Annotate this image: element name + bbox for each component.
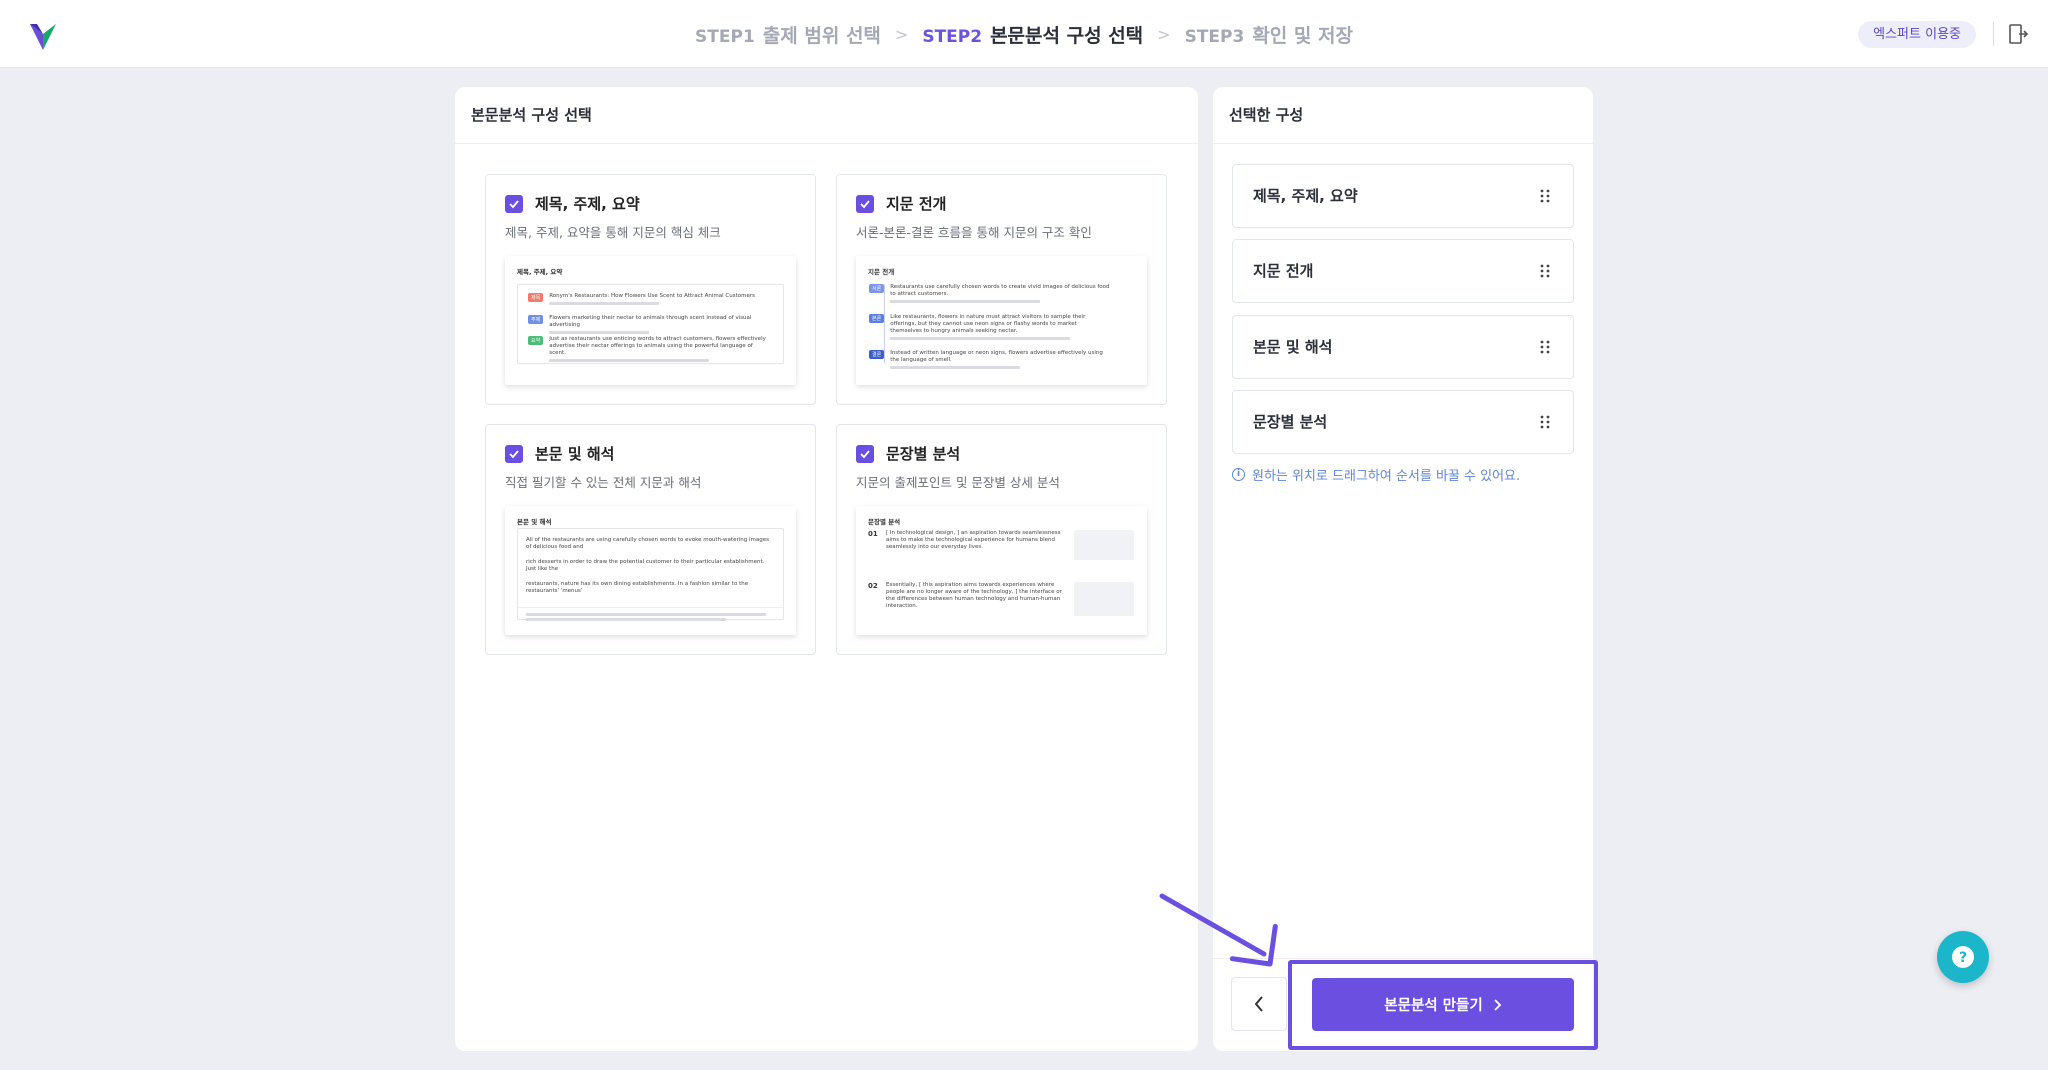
selected-item[interactable]: 제목, 주제, 요약 [1232,164,1574,228]
step-1[interactable]: STEP1 출제 범위 선택 [695,21,881,48]
selected-item[interactable]: 문장별 분석 [1232,390,1574,454]
step-3-number: STEP3 [1184,26,1245,47]
preview-line: Essentially, [ this aspiration aims towa… [886,582,1062,609]
preview-title: 지문 전개 [868,268,895,276]
selected-item[interactable]: 본문 및 해석 [1232,315,1574,379]
drag-handle-icon[interactable] [1539,188,1551,204]
checkbox-title-topic-summary[interactable] [505,194,523,213]
svg-text:?: ? [1959,950,1967,966]
card-passage-translation[interactable]: 본문 및 해석 직접 필기할 수 있는 전체 지문과 해석 본문 및 해석 Al… [485,424,816,655]
annotation-arrow-icon [1159,893,1278,967]
selected-item[interactable]: 지문 전개 [1232,239,1574,303]
preview-line: Just as restaurants use enticing words t… [549,336,766,356]
checkbox-passage-flow[interactable] [856,194,874,213]
checkbox-passage-translation[interactable] [505,444,523,463]
help-chat-icon: ? [1952,946,1974,968]
drag-handle-icon[interactable] [1539,339,1551,355]
card-title-topic-summary[interactable]: 제목, 주제, 요약 제목, 주제, 요약을 통해 지문의 핵심 체크 제목, … [485,174,816,405]
top-header: STEP1 출제 범위 선택 > STEP2 본문분석 구성 선택 > STEP… [0,0,2048,68]
preview-tag: 본론 [869,314,885,323]
preview-thumbnail: 제목, 주제, 요약 제목 Ronym's Restaurants: How F… [505,256,796,385]
preview-tag: 서론 [869,284,885,293]
preview-title: 문장별 분석 [868,518,901,526]
composition-select-panel: 본문분석 구성 선택 제목, 주제, 요약 제목, 주제, 요약을 통해 지문의… [455,87,1198,1051]
preview-line: Ronym's Restaurants: How Flowers Use Sce… [549,293,755,299]
preview-line: rich desserts in order to draw the poten… [526,559,765,572]
card-description: 직접 필기할 수 있는 전체 지문과 해석 [505,475,702,490]
panel-title: 선택한 구성 [1213,87,1593,144]
check-icon [509,199,519,208]
exit-icon[interactable] [2006,22,2030,46]
preview-tag: 주제 [528,315,544,324]
preview-title: 본문 및 해석 [517,518,552,526]
back-button[interactable] [1231,977,1287,1031]
info-icon: i [1232,468,1245,481]
reorder-hint: i 원하는 위치로 드래그하여 순서를 바꿀 수 있어요. [1232,465,1520,484]
preview-line: Flowers marketing their nectar to animal… [549,315,752,328]
preview-thumbnail: 본문 및 해석 All of the restaurants are using… [505,506,796,635]
hint-text: 원하는 위치로 드래그하여 순서를 바꿀 수 있어요. [1252,469,1521,484]
step-2-number: STEP2 [922,26,983,47]
preview-line: All of the restaurants are using careful… [526,537,769,550]
preview-number: 02 [868,582,878,590]
preview-title: 제목, 주제, 요약 [517,268,563,276]
step-3-label: 확인 및 저장 [1252,24,1353,47]
drag-handle-icon[interactable] [1539,263,1551,279]
step-1-label: 출제 범위 선택 [762,24,881,47]
header-divider [1993,22,1994,46]
create-analysis-button[interactable]: 본문분석 만들기 [1312,978,1574,1031]
preview-number: 01 [868,530,878,538]
step-2-label: 본문분석 구성 선택 [990,24,1144,47]
preview-thumbnail: 문장별 분석 01 [ In technological design, ] a… [856,506,1147,635]
step-2[interactable]: STEP2 본문분석 구성 선택 [922,21,1143,48]
preview-tag: 요약 [528,336,544,345]
selected-item-label: 지문 전개 [1253,262,1314,280]
card-title: 제목, 주제, 요약 [535,195,640,213]
chevron-left-icon [1254,996,1263,1012]
chevron-right-icon: > [1157,24,1171,44]
chevron-right-icon [1494,998,1501,1011]
selected-item-label: 문장별 분석 [1253,413,1328,431]
create-button-label: 본문분석 만들기 [1384,998,1483,1014]
panel-title: 본문분석 구성 선택 [455,87,1198,144]
preview-line: restaurants, nature has its own dining e… [526,581,749,594]
preview-line: Restaurants use carefully chosen words t… [890,284,1110,297]
card-description: 서론-본론-결론 흐름을 통해 지문의 구조 확인 [856,225,1092,240]
check-icon [860,199,870,208]
step-1-number: STEP1 [695,26,755,47]
card-title: 문장별 분석 [886,445,961,463]
card-description: 제목, 주제, 요약을 통해 지문의 핵심 체크 [505,225,721,240]
preview-line: Like restaurants, flowers in nature must… [890,314,1086,334]
selected-item-label: 본문 및 해석 [1253,338,1333,356]
card-passage-flow[interactable]: 지문 전개 서론-본론-결론 흐름을 통해 지문의 구조 확인 지문 전개 서론… [836,174,1167,405]
preview-tag: 제목 [528,293,544,302]
preview-tag: 결론 [869,350,885,359]
expert-badge[interactable]: 엑스퍼트 이용중 [1858,21,1976,48]
drag-handle-icon[interactable] [1539,414,1551,430]
preview-thumbnail: 지문 전개 서론 Restaurants use carefully chose… [856,256,1147,385]
checkbox-sentence-analysis[interactable] [856,444,874,463]
check-icon [860,449,870,458]
step-3[interactable]: STEP3 확인 및 저장 [1185,21,1353,48]
card-title: 본문 및 해석 [535,445,615,463]
step-indicator: STEP1 출제 범위 선택 > STEP2 본문분석 구성 선택 > STEP… [0,0,2048,68]
card-sentence-analysis[interactable]: 문장별 분석 지문의 출제포인트 및 문장별 상세 분석 문장별 분석 01 [… [836,424,1167,655]
check-icon [509,449,519,458]
preview-line: [ In technological design, ] an aspirati… [886,530,1061,550]
card-description: 지문의 출제포인트 및 문장별 상세 분석 [856,475,1060,490]
help-chat-button[interactable]: ? [1937,931,1989,983]
selected-item-label: 제목, 주제, 요약 [1253,187,1358,205]
chevron-right-icon: > [894,24,909,44]
card-title: 지문 전개 [886,195,947,213]
preview-line: Instead of written language or neon sign… [890,350,1103,363]
